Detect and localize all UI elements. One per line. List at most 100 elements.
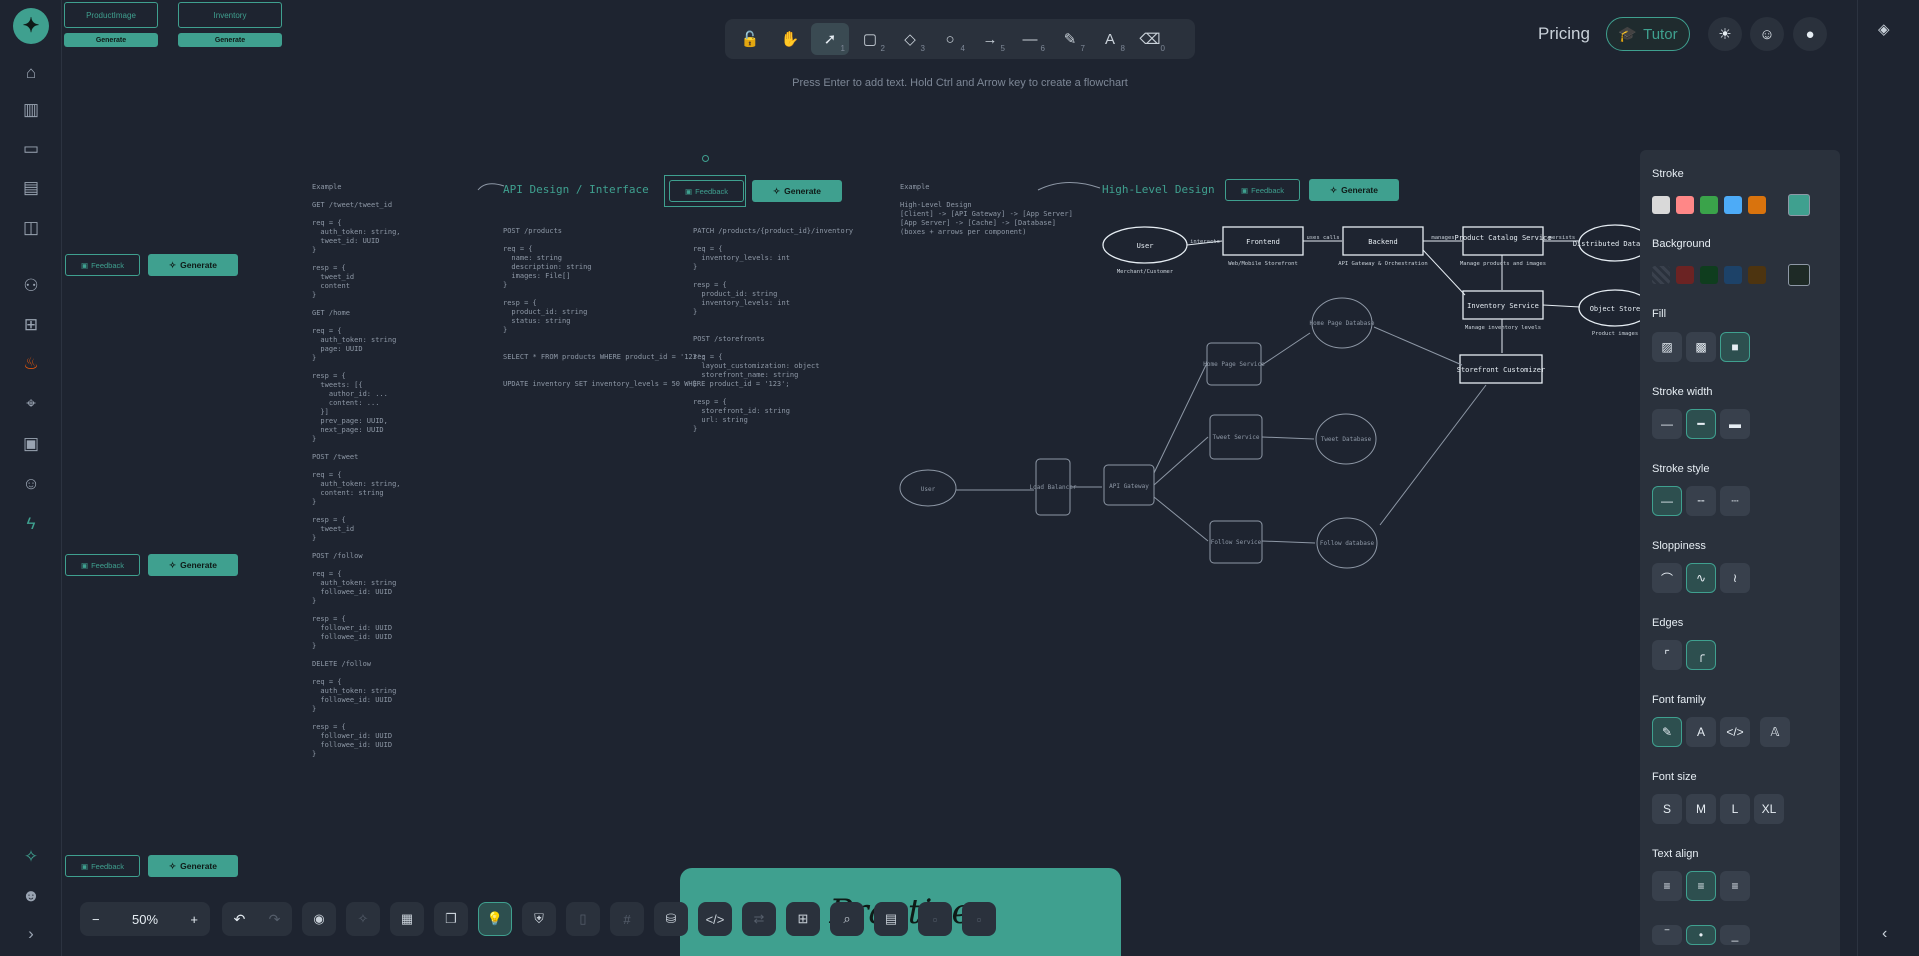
rectangle-icon[interactable]: ▢ 2 (851, 23, 889, 55)
rotate-handle[interactable] (702, 155, 709, 162)
bg-color-swatch[interactable] (1652, 266, 1670, 284)
document-icon[interactable]: ▤ (874, 902, 908, 936)
stroke-color-swatch[interactable] (1676, 196, 1694, 214)
bolt-icon[interactable]: ϟ (19, 512, 43, 536)
align-center-icon[interactable]: ≡ (1686, 871, 1716, 901)
extra-tool-icon[interactable]: ▫ (962, 902, 996, 936)
swap-icon[interactable]: ⇄ (742, 902, 776, 936)
lock-icon[interactable]: 🔓 (731, 23, 769, 55)
font-more-icon[interactable]: 𝔸 (1760, 717, 1790, 747)
text-icon[interactable]: A8 (1091, 23, 1129, 55)
clipboard-icon[interactable]: ▯ (566, 902, 600, 936)
map-icon[interactable]: ▥ (19, 98, 43, 122)
generate-button[interactable]: ✧ Generate (148, 855, 238, 877)
bg-color-current[interactable] (1788, 264, 1810, 286)
feedback-button[interactable]: ▣ Feedback (65, 855, 140, 877)
code-icon[interactable]: </> (698, 902, 732, 936)
expand-icon[interactable]: › (19, 922, 43, 946)
font-size-xl[interactable]: XL (1754, 794, 1784, 824)
generate-button[interactable]: ✧ Generate (148, 554, 238, 576)
inventory-tag[interactable]: Inventory (178, 2, 282, 28)
font-handdrawn-icon[interactable]: ✎ (1652, 717, 1682, 747)
bg-color-swatch[interactable] (1676, 266, 1694, 284)
fill-cross-icon[interactable]: ▩ (1686, 332, 1716, 362)
hashtag-icon[interactable]: # (610, 902, 644, 936)
github-icon[interactable]: ● (1793, 17, 1827, 51)
news-icon[interactable]: ▤ (19, 176, 43, 200)
generate-button[interactable]: ✧ Generate (148, 254, 238, 276)
bg-color-swatch[interactable] (1700, 266, 1718, 284)
font-code-icon[interactable]: </> (1720, 717, 1750, 747)
tutor-button[interactable]: 🎓 Tutor (1606, 17, 1690, 51)
feedback-button[interactable]: ▣ Feedback (65, 254, 140, 276)
users-icon[interactable]: ⚇ (19, 274, 43, 298)
stroke-color-swatch[interactable] (1652, 196, 1670, 214)
line-icon[interactable]: —6 (1011, 23, 1049, 55)
align-bottom-icon[interactable]: _ (1720, 925, 1750, 945)
sloppiness-artist-icon[interactable]: ∿ (1686, 563, 1716, 593)
redo-icon[interactable]: ↷ (269, 911, 281, 928)
fill-hatch-icon[interactable]: ▨ (1652, 332, 1682, 362)
ellipse-icon[interactable]: ○ 4 (931, 23, 969, 55)
font-size-l[interactable]: L (1720, 794, 1750, 824)
lightbulb-icon[interactable]: 💡 (478, 902, 512, 936)
align-middle-icon[interactable]: • (1686, 925, 1716, 945)
discord-icon[interactable]: ☺ (1750, 17, 1784, 51)
zoom-level[interactable]: 50% (132, 912, 158, 927)
align-left-icon[interactable]: ≡ (1652, 871, 1682, 901)
generate-button[interactable]: Generate (178, 33, 282, 47)
fill-solid-icon[interactable]: ■ (1720, 332, 1750, 362)
home-icon[interactable]: ⌂ (19, 61, 43, 85)
template-icon[interactable]: ▦ (390, 902, 424, 936)
database-icon[interactable]: ⛁ (654, 902, 688, 936)
undo-icon[interactable]: ↶ (234, 911, 246, 928)
app-logo[interactable]: ✦ (13, 8, 49, 44)
font-size-s[interactable]: S (1652, 794, 1682, 824)
bg-color-swatch[interactable] (1748, 266, 1766, 284)
stroke-bold-icon[interactable]: ━ (1686, 409, 1716, 439)
sloppiness-cartoonist-icon[interactable]: ≀ (1720, 563, 1750, 593)
hand-icon[interactable]: ✋ (771, 23, 809, 55)
grid-icon[interactable]: ⊞ (786, 902, 820, 936)
collapse-icon[interactable]: ‹ (1882, 925, 1887, 943)
extra-tool-icon[interactable]: ▫ (918, 902, 952, 936)
edges-sharp-icon[interactable]: ⌜ (1652, 640, 1682, 670)
sloppiness-architect-icon[interactable]: ⌒ (1652, 563, 1682, 593)
eraser-icon[interactable]: ⌫ 0 (1131, 23, 1169, 55)
discord-icon[interactable]: ☺ (19, 472, 43, 496)
fire-icon[interactable]: ♨ (19, 352, 43, 376)
card-icon[interactable]: ▭ (19, 137, 43, 161)
theme-toggle-icon[interactable]: ☀ (1708, 17, 1742, 51)
feedback-button[interactable]: ▣ Feedback (669, 180, 744, 202)
font-size-m[interactable]: M (1686, 794, 1716, 824)
align-top-icon[interactable]: ‾ (1652, 925, 1682, 945)
stroke-thin-icon[interactable]: — (1652, 409, 1682, 439)
font-normal-icon[interactable]: A (1686, 717, 1716, 747)
generate-button[interactable]: ✧ Generate (1309, 179, 1399, 201)
feedback-button[interactable]: ▣ Feedback (1225, 179, 1300, 201)
stroke-dashed-icon[interactable]: ╌ (1686, 486, 1716, 516)
book-icon[interactable]: ◫ (19, 216, 43, 240)
zoom-out-button[interactable]: − (92, 912, 100, 927)
bg-color-swatch[interactable] (1724, 266, 1742, 284)
stroke-color-swatch[interactable] (1748, 196, 1766, 214)
pencil-icon[interactable]: ✎ 7 (1051, 23, 1089, 55)
gift-icon[interactable]: ⊞ (19, 313, 43, 337)
stroke-solid-icon[interactable]: — (1652, 486, 1682, 516)
feedback-button[interactable]: ▣ Feedback (65, 554, 140, 576)
align-right-icon[interactable]: ≡ (1720, 871, 1750, 901)
product-image-tag[interactable]: ProductImage (64, 2, 158, 28)
copy-icon[interactable]: ❐ (434, 902, 468, 936)
diamond-icon[interactable]: ◇ 3 (891, 23, 929, 55)
sparkle-icon[interactable]: ✧ (19, 845, 43, 869)
location-icon[interactable]: ⌖ (19, 392, 43, 416)
arrow-icon[interactable]: → 5 (971, 23, 1009, 55)
search-icon[interactable]: ⌕ (830, 902, 864, 936)
pointer-icon[interactable]: ➚ 1 (811, 23, 849, 55)
zoom-in-button[interactable]: + (190, 912, 198, 927)
generate-button[interactable]: Generate (64, 33, 158, 47)
stroke-color-swatch[interactable] (1724, 196, 1742, 214)
stroke-dotted-icon[interactable]: ┈ (1720, 486, 1750, 516)
eye-icon[interactable]: ◉ (302, 902, 336, 936)
pricing-link[interactable]: Pricing (1538, 24, 1590, 44)
